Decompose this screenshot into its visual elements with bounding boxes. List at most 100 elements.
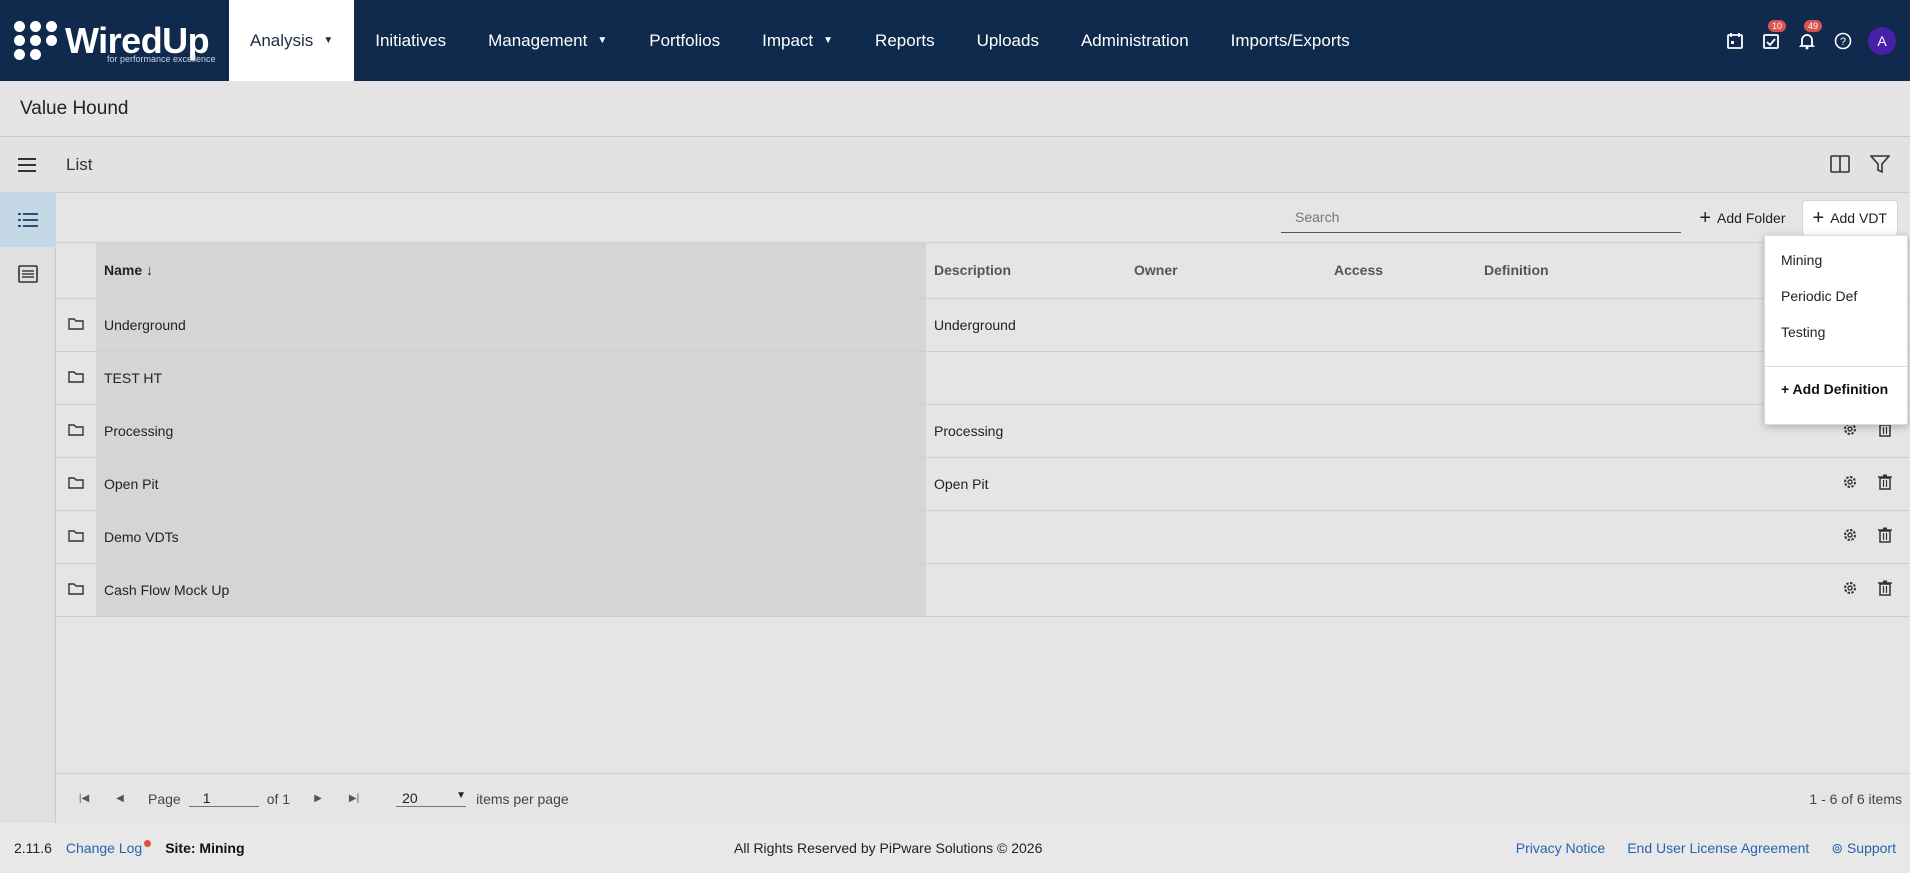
header-name[interactable]: Name ↓	[96, 243, 926, 299]
tasks-icon[interactable]: 10	[1760, 19, 1787, 52]
version: 2.11.6	[14, 840, 52, 856]
table-row[interactable]: TEST HT	[56, 351, 1910, 405]
nav-analysis[interactable]: Analysis ▼	[229, 0, 355, 81]
nav-label: Administration	[1080, 30, 1189, 50]
page-size-select[interactable]: 20 ▼	[396, 790, 467, 807]
row-definition	[1476, 298, 1776, 352]
folder-icon	[56, 563, 96, 617]
support-link[interactable]: ⊚ Support	[1831, 840, 1896, 857]
row-actions	[1776, 457, 1910, 511]
row-name[interactable]: TEST HT	[96, 351, 926, 405]
privacy-link[interactable]: Privacy Notice	[1516, 840, 1605, 857]
row-actions	[1776, 510, 1910, 564]
vdt-table: Name ↓ Description Owner Access Definiti…	[56, 243, 1910, 617]
gear-icon[interactable]	[1842, 527, 1858, 546]
nav-administration[interactable]: Administration	[1060, 0, 1210, 81]
nav-portfolios[interactable]: Portfolios	[628, 0, 741, 81]
definition-option-periodic-def[interactable]: Periodic Def	[1765, 278, 1907, 314]
bell-icon[interactable]: 49	[1796, 19, 1823, 52]
caret-down-icon: ▼	[597, 35, 608, 46]
site-label: Site: Mining	[165, 840, 245, 856]
page-size-value: 20	[402, 790, 418, 806]
plus-icon: +	[1812, 206, 1825, 229]
row-name[interactable]: Underground	[96, 298, 926, 352]
gear-icon[interactable]	[1842, 474, 1858, 493]
logo-icon	[14, 21, 59, 60]
row-name[interactable]: Demo VDTs	[96, 510, 926, 564]
folder-icon	[56, 457, 96, 511]
new-indicator-dot	[144, 840, 152, 847]
row-description	[926, 510, 1126, 564]
row-access	[1326, 510, 1476, 564]
definition-option-mining[interactable]: Mining	[1765, 242, 1907, 278]
definition-option-testing[interactable]: Testing	[1765, 314, 1907, 350]
row-definition	[1476, 404, 1776, 458]
table-toolbar: Search + Add Folder + Add VDT	[56, 193, 1910, 243]
detail-view-icon[interactable]	[0, 247, 56, 301]
list-view-icon[interactable]	[0, 193, 56, 247]
page-label: Page	[148, 790, 181, 807]
change-log-link[interactable]: Change Log	[65, 840, 152, 856]
row-access	[1326, 351, 1476, 405]
row-name[interactable]: Cash Flow Mock Up	[96, 563, 926, 617]
filter-icon[interactable]	[1869, 154, 1891, 176]
add-definition-button[interactable]: + Add Definition	[1765, 381, 1907, 397]
table-row[interactable]: Processing Processing	[56, 404, 1910, 458]
caret-down-icon: ▼	[323, 35, 334, 46]
nav-reports[interactable]: Reports	[854, 0, 956, 81]
row-name[interactable]: Open Pit	[96, 457, 926, 511]
avatar[interactable]: A	[1868, 26, 1896, 55]
notifications-badge: 49	[1804, 19, 1823, 32]
table-header-row: Name ↓ Description Owner Access Definiti…	[56, 243, 1910, 299]
table-row[interactable]: Underground Underground	[56, 298, 1910, 352]
row-name[interactable]: Processing	[96, 404, 926, 458]
prev-page-icon[interactable]: ◀	[112, 793, 128, 804]
row-owner	[1126, 457, 1326, 511]
nav-management[interactable]: Management ▼	[467, 0, 628, 81]
add-vdt-button[interactable]: + Add VDT	[1801, 199, 1898, 236]
page-of-label: of 1	[266, 790, 291, 807]
gear-icon[interactable]	[1842, 580, 1858, 599]
header-definition[interactable]: Definition	[1476, 243, 1776, 299]
nav-impact[interactable]: Impact ▼	[741, 0, 854, 81]
table-row[interactable]: Demo VDTs	[56, 510, 1910, 564]
page-input[interactable]: 1	[188, 790, 259, 807]
trash-icon[interactable]	[1878, 580, 1892, 599]
nav-initiatives[interactable]: Initiatives	[354, 0, 467, 81]
next-page-icon[interactable]: ▶	[310, 793, 326, 804]
search-input[interactable]: Search	[1281, 205, 1681, 233]
hamburger-menu-icon[interactable]	[0, 137, 56, 193]
page-title: Value Hound	[20, 97, 129, 119]
row-definition	[1476, 563, 1776, 617]
caret-down-icon: ▼	[456, 790, 467, 801]
header-icon-col	[56, 243, 96, 299]
nav-uploads[interactable]: Uploads	[956, 0, 1060, 81]
add-folder-button[interactable]: + Add Folder	[1689, 200, 1795, 236]
list-title: List	[66, 154, 93, 174]
sort-arrow-icon: ↓	[146, 262, 154, 279]
first-page-icon[interactable]: |◀	[76, 793, 92, 804]
table-row[interactable]: Cash Flow Mock Up	[56, 563, 1910, 617]
eula-link[interactable]: End User License Agreement	[1627, 840, 1809, 857]
nav-label: Uploads	[976, 30, 1039, 50]
nav-imports-exports[interactable]: Imports/Exports	[1210, 0, 1371, 81]
row-description	[926, 563, 1126, 617]
change-log-label: Change Log	[65, 840, 143, 856]
add-vdt-dropdown: Mining Periodic Def Testing + Add Defini…	[1764, 235, 1908, 425]
trash-icon[interactable]	[1878, 527, 1892, 546]
help-icon[interactable]: ?	[1832, 30, 1854, 52]
svg-text:?: ?	[1840, 36, 1846, 48]
table-row[interactable]: Open Pit Open Pit	[56, 457, 1910, 511]
pagination: |◀ ◀ Page 1 of 1 ▶ ▶| 20 ▼ items per page…	[56, 773, 1910, 823]
calendar-icon[interactable]	[1724, 30, 1746, 52]
logo[interactable]: WiredUp for performance excellence	[0, 0, 229, 81]
row-description: Open Pit	[926, 457, 1126, 511]
row-owner	[1126, 563, 1326, 617]
row-description	[926, 351, 1126, 405]
split-view-icon[interactable]	[1830, 154, 1850, 176]
last-page-icon[interactable]: ▶|	[346, 793, 362, 804]
trash-icon[interactable]	[1878, 474, 1892, 493]
header-description[interactable]: Description	[926, 243, 1126, 299]
header-access[interactable]: Access	[1326, 243, 1476, 299]
header-owner[interactable]: Owner	[1126, 243, 1326, 299]
